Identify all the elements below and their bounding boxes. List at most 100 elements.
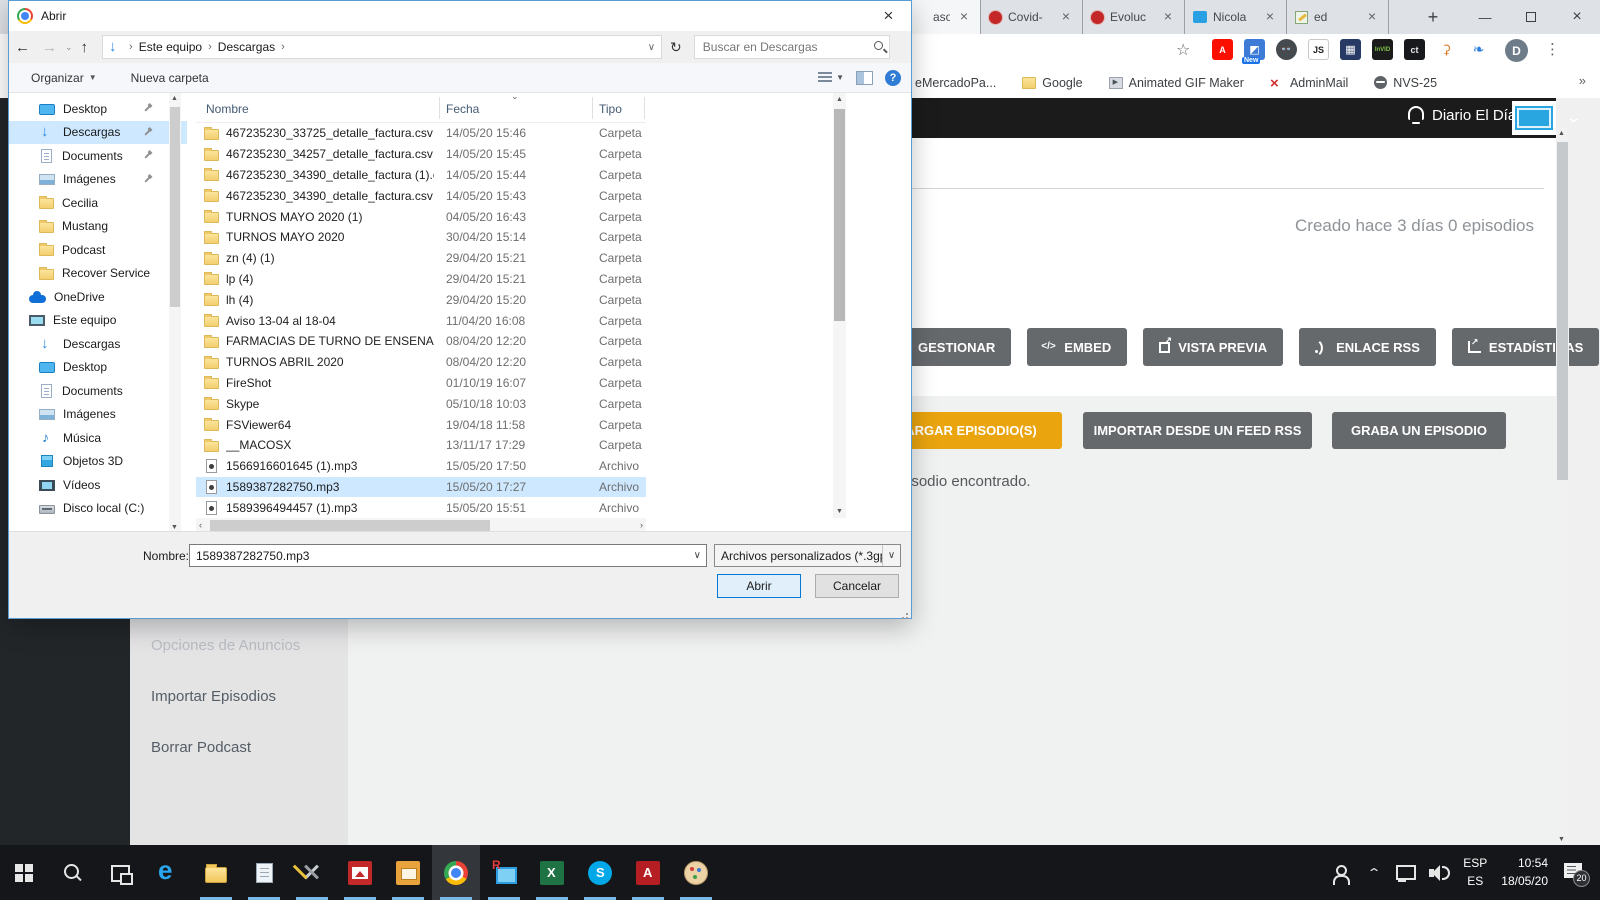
file-row[interactable]: lh (4) 29/04/20 15:20 Carpeta	[196, 289, 646, 310]
cancel-button[interactable]: Cancelar	[815, 574, 899, 598]
notifications-bell-icon[interactable]	[1408, 106, 1424, 120]
extension-icon[interactable]	[1308, 39, 1329, 60]
scroll-up-icon[interactable]: ▲	[836, 96, 843, 103]
taskbar-button[interactable]	[144, 845, 192, 900]
extension-icon[interactable]	[1404, 39, 1425, 60]
sidebar-tree-item[interactable]: Imágenes	[9, 403, 187, 427]
column-header-type[interactable]: Tipo	[599, 102, 622, 116]
sidebar-tree-item[interactable]: Descargas	[9, 121, 187, 145]
tab-close-icon[interactable]	[1160, 9, 1176, 25]
back-icon[interactable]: ←	[15, 39, 30, 56]
preview-pane-icon[interactable]	[856, 71, 873, 85]
record-episode-button[interactable]: GRABA UN EPISODIO	[1332, 412, 1506, 449]
account-chevron-down-icon[interactable]: ⌄	[1566, 109, 1582, 126]
file-name-field[interactable]: ∨	[189, 544, 707, 567]
network-icon[interactable]	[1395, 864, 1415, 882]
file-row[interactable]: 1589396494457 (1).mp3 15/05/20 15:51 Arc…	[196, 497, 646, 518]
volume-icon[interactable]	[1429, 864, 1451, 882]
help-icon[interactable]: ?	[885, 70, 901, 86]
podcast-action-button[interactable]: ESTADÍSTICAS	[1452, 328, 1599, 366]
recent-locations-chevron-icon[interactable]: ⌄	[65, 42, 73, 53]
taskbar-button[interactable]	[240, 845, 288, 900]
sidebar-tree-item[interactable]: Cecilia	[9, 191, 187, 215]
bookmark-item[interactable]: NVS-25	[1374, 76, 1437, 90]
scroll-up-icon[interactable]: ▲	[171, 95, 178, 102]
browser-tab[interactable]: Nicola	[1185, 0, 1287, 34]
bookmarks-overflow-icon[interactable]: »	[1579, 73, 1586, 88]
podcast-action-button[interactable]: ENLACE RSS	[1299, 328, 1436, 366]
file-list-vertical-scrollbar[interactable]: ▲ ▼	[833, 93, 846, 518]
sidebar-tree-item[interactable]: Documents	[9, 144, 187, 168]
people-icon[interactable]	[1333, 863, 1353, 883]
taskbar-button[interactable]	[576, 845, 624, 900]
scroll-left-icon[interactable]: ‹	[199, 520, 202, 530]
view-mode-button[interactable]: ▼	[818, 72, 844, 84]
file-row[interactable]: lp (4) 29/04/20 15:21 Carpeta	[196, 269, 646, 290]
tray-chevron-up-icon[interactable]: ⌃	[1367, 866, 1382, 880]
podcast-action-button[interactable]: EMBED	[1027, 328, 1127, 366]
close-window-button[interactable]: ×	[1554, 0, 1600, 34]
sidebar-tree-item[interactable]: Podcast	[9, 238, 187, 262]
bookmark-item[interactable]: AdminMail	[1270, 76, 1348, 90]
dialog-close-button[interactable]	[866, 1, 911, 30]
refresh-icon[interactable]: ↻	[670, 39, 682, 56]
organize-menu[interactable]: Organizar ▼	[31, 71, 97, 85]
tab-close-icon[interactable]	[1262, 9, 1278, 25]
profile-avatar[interactable]: D	[1505, 39, 1528, 62]
sidebar-tree-item[interactable]: Descargas	[9, 332, 187, 356]
file-row[interactable]: 467235230_34390_detalle_factura.csv 14/0…	[196, 185, 646, 206]
page-scrollbar[interactable]: ▲ ▼	[1556, 128, 1569, 845]
extension-icon[interactable]	[1340, 39, 1361, 60]
tab-close-icon[interactable]	[956, 9, 972, 25]
forward-icon[interactable]: →	[42, 39, 57, 56]
scrollbar-thumb[interactable]	[170, 107, 180, 307]
search-box[interactable]	[694, 35, 890, 59]
name-dropdown-icon[interactable]: ∨	[694, 550, 701, 561]
sidebar-tree-item[interactable]: Este equipo	[9, 309, 187, 333]
search-input[interactable]	[695, 36, 889, 58]
extension-icon[interactable]	[1436, 39, 1457, 60]
taskbar-button[interactable]	[288, 845, 336, 900]
taskbar-button[interactable]	[336, 845, 384, 900]
browser-menu-icon[interactable]: ⋮	[1545, 40, 1560, 58]
sidebar-tree-item[interactable]: Desktop	[9, 356, 187, 380]
minimize-button[interactable]: —	[1462, 0, 1508, 34]
extension-icon[interactable]	[1276, 39, 1297, 60]
sidebar-scrollbar[interactable]: ▲ ▼	[169, 93, 181, 533]
column-divider[interactable]	[439, 97, 440, 119]
site-sidebar-item[interactable]: Borrar Podcast	[130, 722, 348, 773]
column-divider[interactable]	[644, 97, 645, 119]
file-row[interactable]: FireShot 01/10/19 16:07 Carpeta	[196, 373, 646, 394]
sidebar-tree-item[interactable]: Recover Service	[9, 262, 187, 286]
scroll-right-icon[interactable]: ›	[640, 520, 643, 530]
taskbar-button[interactable]	[192, 845, 240, 900]
column-header-name[interactable]: Nombre	[206, 102, 249, 116]
scrollbar-thumb[interactable]	[834, 109, 845, 321]
taskbar-button[interactable]	[480, 845, 528, 900]
bookmark-item[interactable]: Animated GIF Maker	[1109, 76, 1244, 90]
sidebar-tree-item[interactable]: Documents	[9, 379, 187, 403]
browser-tab[interactable]: asos	[905, 0, 981, 34]
new-folder-button[interactable]: Nueva carpeta	[131, 71, 209, 85]
file-name-input[interactable]	[190, 545, 706, 566]
taskbar-button[interactable]	[384, 845, 432, 900]
scrollbar-thumb[interactable]	[1557, 142, 1568, 480]
taskbar-button[interactable]	[432, 845, 480, 900]
file-row[interactable]: zn (4) (1) 29/04/20 15:21 Carpeta	[196, 248, 646, 269]
tab-close-icon[interactable]	[1058, 9, 1074, 25]
scroll-down-icon[interactable]: ▼	[836, 508, 843, 515]
address-dropdown-icon[interactable]: ∨	[648, 42, 655, 53]
extension-icon[interactable]: New	[1244, 39, 1265, 60]
file-row[interactable]: 1589387282750.mp3 15/05/20 17:27 Archivo	[196, 477, 646, 498]
taskbar-button[interactable]	[96, 845, 144, 900]
language-indicator[interactable]: ESP ES	[1463, 855, 1487, 890]
breadcrumb-root[interactable]: Este equipo	[139, 40, 202, 54]
up-icon[interactable]: ↑	[81, 39, 89, 56]
maximize-button[interactable]	[1508, 0, 1554, 34]
clock[interactable]: 10:54 18/05/20	[1501, 855, 1548, 890]
sidebar-tree-item[interactable]: Vídeos	[9, 473, 187, 497]
scroll-down-icon[interactable]: ▼	[1558, 836, 1565, 843]
file-row[interactable]: 467235230_34390_detalle_factura (1).csv …	[196, 165, 646, 186]
account-name[interactable]: Diario El Día	[1432, 107, 1516, 124]
browser-tab[interactable]: Evoluc	[1083, 0, 1185, 34]
